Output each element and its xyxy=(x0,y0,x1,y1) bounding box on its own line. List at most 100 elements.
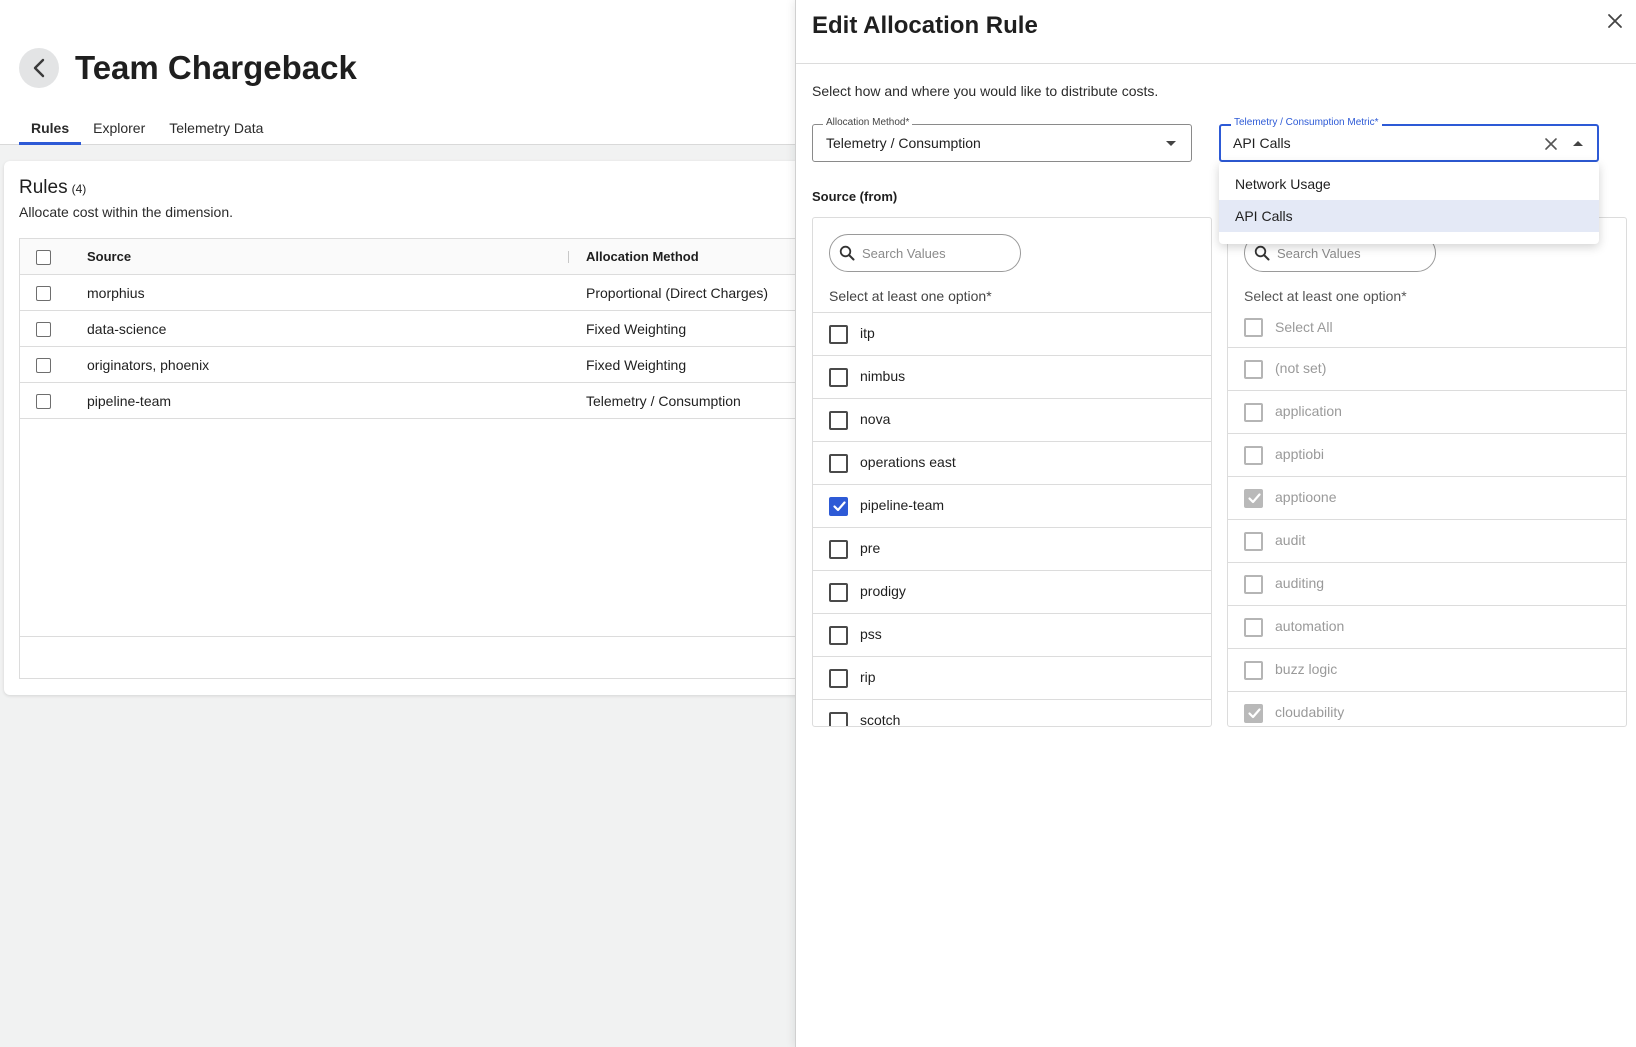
checkbox[interactable] xyxy=(829,626,848,645)
telemetry-metric-select[interactable]: Telemetry / Consumption Metric* API Call… xyxy=(1219,117,1599,162)
allocation-method-label: Allocation Method xyxy=(826,117,906,128)
checkbox[interactable] xyxy=(1244,575,1263,594)
tab-bar: Rules Explorer Telemetry Data xyxy=(19,117,275,145)
source-search[interactable] xyxy=(829,234,1021,272)
close-icon xyxy=(1608,14,1622,28)
checkbox[interactable] xyxy=(829,540,848,559)
close-button[interactable] xyxy=(1604,10,1626,32)
metric-dropdown-menu: Network Usage API Calls xyxy=(1219,162,1599,244)
drawer-title: Edit Allocation Rule xyxy=(812,12,1038,39)
back-button[interactable] xyxy=(19,48,59,88)
row-checkbox[interactable] xyxy=(36,394,51,409)
required-mark: * xyxy=(905,117,910,128)
checkbox[interactable] xyxy=(1244,318,1263,337)
checkbox[interactable] xyxy=(1244,360,1263,379)
list-item[interactable]: automation xyxy=(1228,606,1626,649)
list-item[interactable]: cloudability xyxy=(1228,692,1626,726)
tab-telemetry-data[interactable]: Telemetry Data xyxy=(157,117,275,145)
telemetry-metric-legend: Telemetry / Consumption Metric* xyxy=(1231,117,1382,128)
caret-up-icon[interactable] xyxy=(1572,140,1584,147)
list-item[interactable]: pipeline-team xyxy=(813,485,1211,528)
checkbox[interactable] xyxy=(829,325,848,344)
menu-item-network-usage[interactable]: Network Usage xyxy=(1219,168,1599,200)
checkbox[interactable] xyxy=(1244,403,1263,422)
source-search-input[interactable] xyxy=(862,243,1012,263)
list-item[interactable]: auditing xyxy=(1228,563,1626,606)
list-item[interactable]: buzz logic xyxy=(1228,649,1626,692)
list-item-label: itp xyxy=(860,325,875,341)
checkbox[interactable] xyxy=(829,712,848,726)
table-row[interactable]: morphius Proportional (Direct Charges) xyxy=(20,275,828,311)
column-header-allocation-method[interactable]: Allocation Method xyxy=(586,239,699,275)
tab-explorer[interactable]: Explorer xyxy=(81,117,157,145)
checkbox-checked[interactable] xyxy=(1244,489,1263,508)
required-mark: * xyxy=(1374,117,1379,128)
row-checkbox[interactable] xyxy=(36,322,51,337)
checkbox[interactable] xyxy=(1244,446,1263,465)
list-item-label: rip xyxy=(860,669,876,685)
required-mark: * xyxy=(986,288,992,304)
list-item[interactable]: audit xyxy=(1228,520,1626,563)
rules-heading: Rules (4) xyxy=(19,177,86,199)
checkbox[interactable] xyxy=(1244,618,1263,637)
list-item[interactable]: pss xyxy=(813,614,1211,657)
menu-item-api-calls[interactable]: API Calls xyxy=(1219,200,1599,232)
source-section-label: Source (from) xyxy=(812,189,898,204)
row-checkbox[interactable] xyxy=(36,358,51,373)
drawer-divider xyxy=(796,63,1636,64)
list-item-select-all[interactable]: Select All xyxy=(1228,312,1626,348)
search-icon xyxy=(1254,245,1270,261)
tab-rules[interactable]: Rules xyxy=(19,117,82,145)
table-footer xyxy=(20,636,828,678)
list-item[interactable]: operations east xyxy=(813,442,1211,485)
drawer-description: Select how and where you would like to d… xyxy=(812,83,1159,99)
list-item[interactable]: pre xyxy=(813,528,1211,571)
chevron-left-icon xyxy=(33,58,45,78)
checkbox-checked[interactable] xyxy=(1244,704,1263,723)
list-item-label: automation xyxy=(1275,618,1345,634)
table-row[interactable]: data-science Fixed Weighting xyxy=(20,311,828,347)
list-item-label: prodigy xyxy=(860,583,906,599)
row-checkbox[interactable] xyxy=(36,286,51,301)
target-search-input[interactable] xyxy=(1277,243,1427,263)
list-item[interactable]: nimbus xyxy=(813,356,1211,399)
column-header-source[interactable]: Source xyxy=(87,239,131,275)
list-item-label: application xyxy=(1275,403,1342,419)
allocation-method-select[interactable]: Allocation Method* Telemetry / Consumpti… xyxy=(812,117,1192,162)
list-item-label: pipeline-team xyxy=(860,497,945,513)
checkbox[interactable] xyxy=(829,583,848,602)
list-item-label: buzz logic xyxy=(1275,661,1338,677)
checkbox[interactable] xyxy=(1244,532,1263,551)
table-row[interactable]: originators, phoenix Fixed Weighting xyxy=(20,347,828,383)
checkbox[interactable] xyxy=(829,411,848,430)
checkbox[interactable] xyxy=(829,669,848,688)
checkmark-icon xyxy=(1248,493,1261,504)
allocation-method-value: Telemetry / Consumption xyxy=(826,135,981,151)
list-item[interactable]: prodigy xyxy=(813,571,1211,614)
list-item[interactable]: nova xyxy=(813,399,1211,442)
checkbox[interactable] xyxy=(1244,661,1263,680)
checkbox[interactable] xyxy=(829,454,848,473)
checkmark-icon xyxy=(1248,708,1261,719)
list-item[interactable]: rip xyxy=(813,657,1211,700)
list-item[interactable]: apptioone xyxy=(1228,477,1626,520)
clear-icon[interactable] xyxy=(1544,137,1558,151)
list-item-label: cloudability xyxy=(1275,704,1345,720)
target-values-panel: Select at least one option* Select All (… xyxy=(1227,217,1627,727)
select-all-checkbox[interactable] xyxy=(36,250,51,265)
source-hint-text: Select at least one option xyxy=(829,288,987,304)
list-item[interactable]: apptiobi xyxy=(1228,434,1626,477)
rules-table: Source Allocation Method morphius Propor… xyxy=(19,238,829,679)
caret-down-icon xyxy=(1166,141,1176,146)
list-item[interactable]: (not set) xyxy=(1228,348,1626,391)
required-mark: * xyxy=(1401,288,1407,304)
rules-count: (4) xyxy=(71,182,87,196)
checkbox-checked[interactable] xyxy=(829,497,848,516)
column-divider[interactable] xyxy=(568,251,569,263)
list-item-label: apptioone xyxy=(1275,489,1337,505)
list-item[interactable]: application xyxy=(1228,391,1626,434)
checkbox[interactable] xyxy=(829,368,848,387)
list-item[interactable]: itp xyxy=(813,313,1211,356)
list-item[interactable]: scotch xyxy=(813,700,1211,726)
table-row[interactable]: pipeline-team Telemetry / Consumption xyxy=(20,383,828,419)
